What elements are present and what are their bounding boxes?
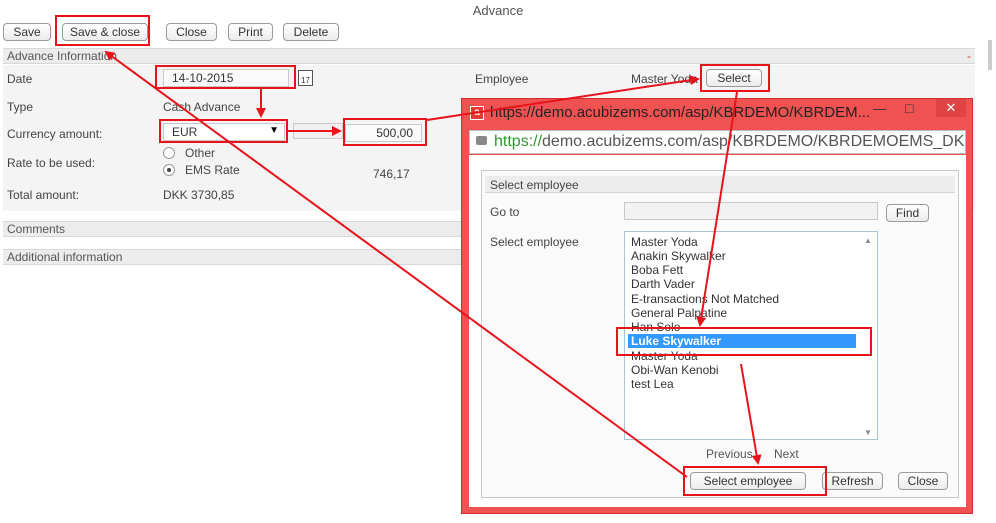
arrow-list-to-button [740,363,762,465]
arrow-button-to-save-close [104,50,688,478]
arrow-amount-to-select [426,75,700,121]
annotation-arrows [104,50,762,478]
arrow-select-to-list [696,91,738,327]
